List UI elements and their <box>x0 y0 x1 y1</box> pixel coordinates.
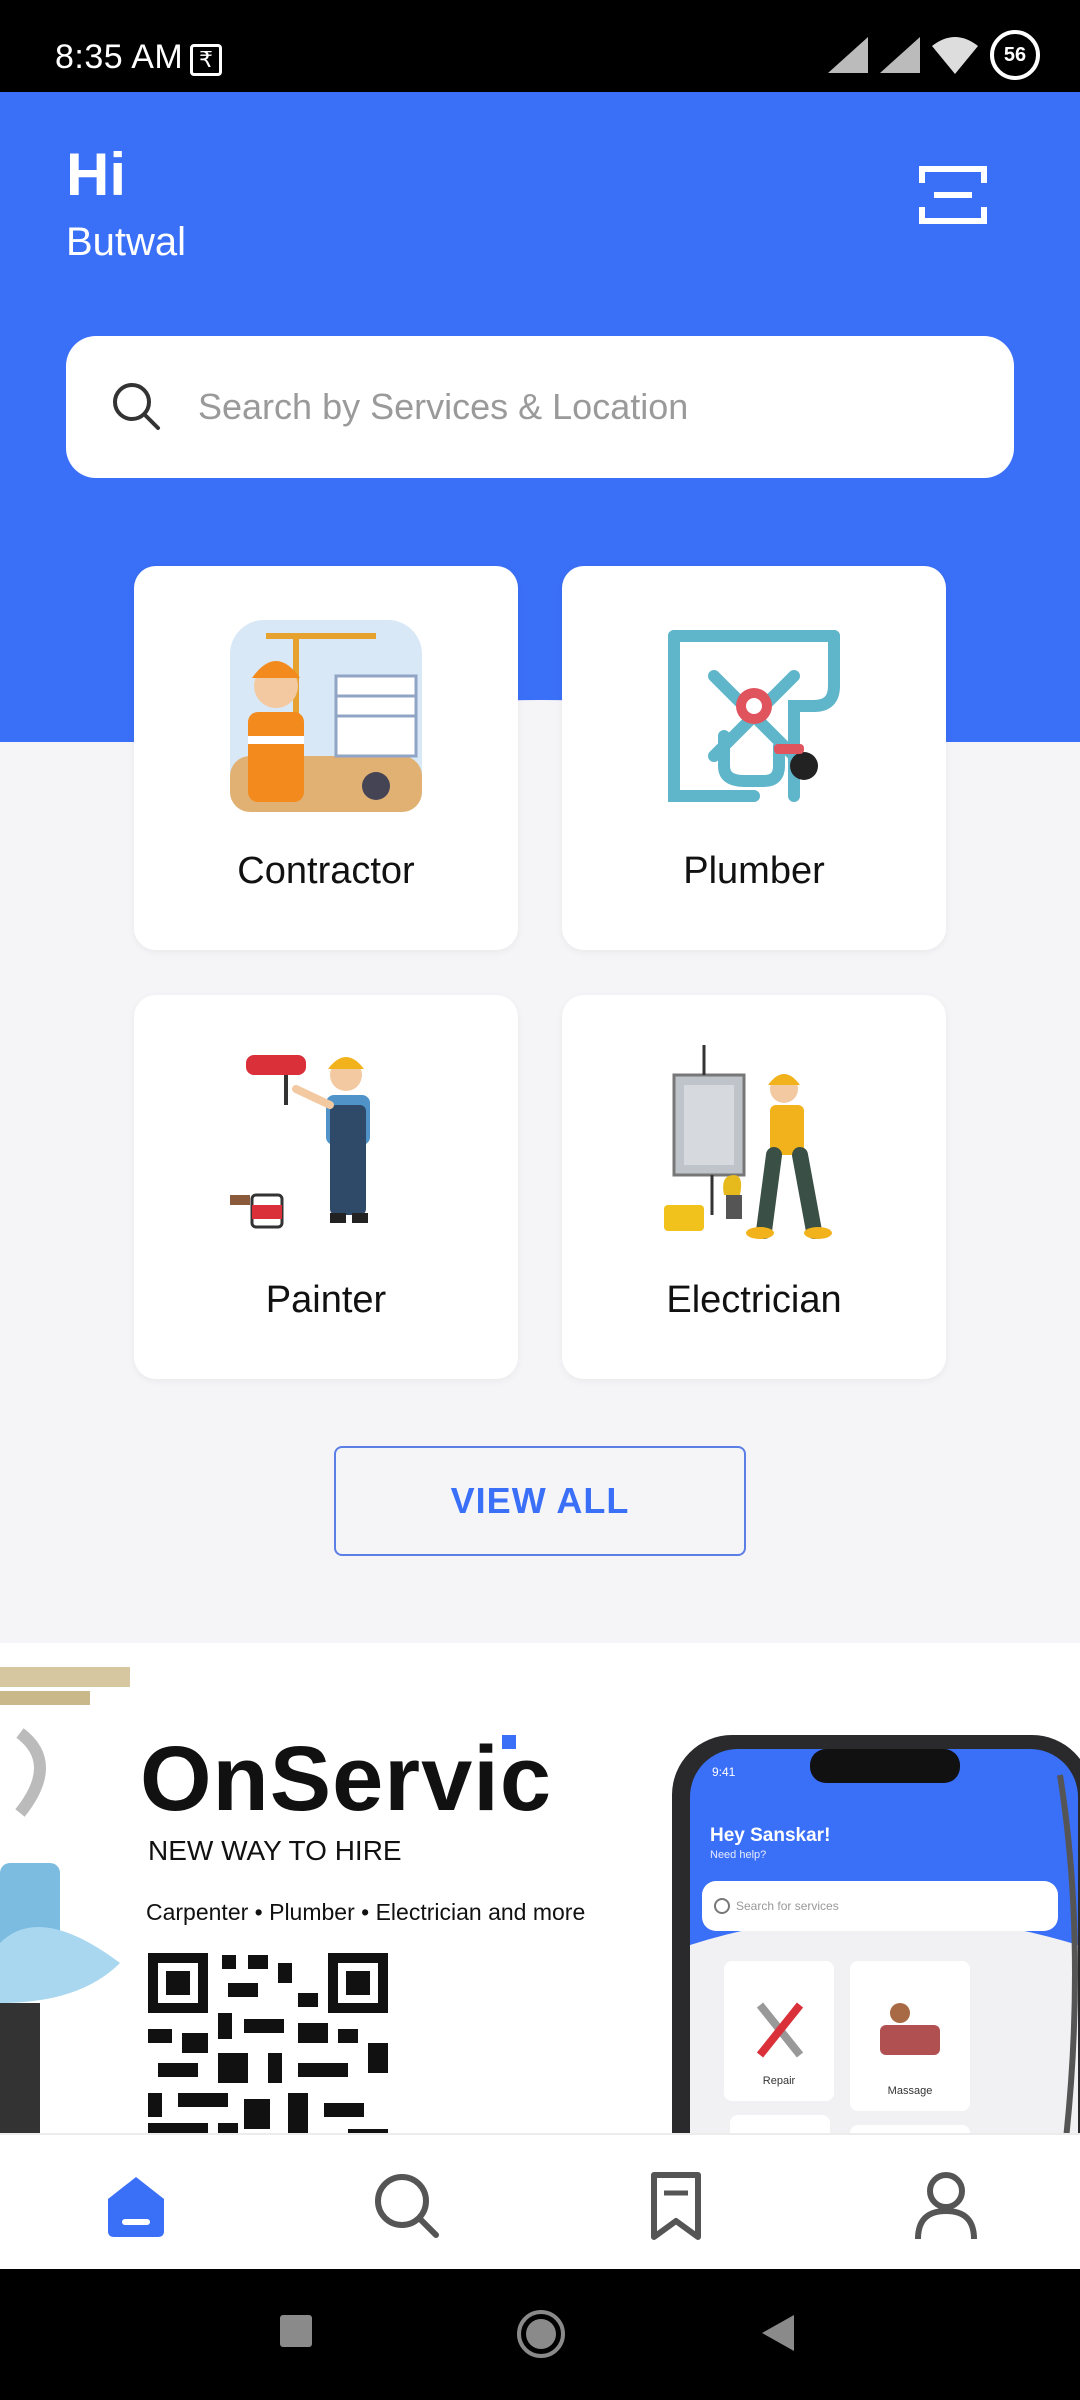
qr-code-icon <box>148 1953 388 2133</box>
category-label: Painter <box>265 1279 387 1321</box>
recents-button[interactable] <box>278 2313 314 2349</box>
home-button[interactable] <box>516 2309 566 2359</box>
category-card-contractor[interactable]: Contractor <box>134 566 518 950</box>
phone-tile-massage: Massage <box>887 2085 933 2097</box>
category-card-plumber[interactable]: Plumber <box>562 566 946 950</box>
rupee-notification-icon: ₹ <box>190 44 222 76</box>
phone-tile-repair: Repair <box>762 2075 796 2087</box>
wifi-icon <box>932 37 978 74</box>
status-icons: 56 <box>828 30 1040 80</box>
battery-indicator: 56 <box>990 30 1040 80</box>
painter-illustration <box>230 1055 370 1229</box>
bookmark-icon[interactable] <box>636 2165 716 2245</box>
system-navigation-bar <box>0 2269 1080 2400</box>
category-card-painter[interactable]: Painter <box>134 995 518 1379</box>
view-all-button[interactable]: VIEW ALL <box>334 1446 746 1556</box>
back-button[interactable] <box>760 2313 796 2353</box>
plumber-pipes-illustration <box>668 630 840 802</box>
greeting-title: Hi <box>66 141 126 208</box>
home-icon[interactable] <box>96 2165 176 2245</box>
phone-search-placeholder: Search for services <box>736 1899 839 1913</box>
search-icon[interactable] <box>366 2165 446 2245</box>
phone-greeting: Hey Sanskar! <box>710 1825 831 1846</box>
signal-icon <box>828 37 868 73</box>
phone-mockup: 9:41 Hey Sanskar! Need help? Search for … <box>660 1735 1080 2133</box>
banner-services: Carpenter • Plumber • Electrician and mo… <box>146 1899 586 1925</box>
brand-logo-text: OnServic <box>140 1728 552 1830</box>
search-placeholder: Search by Services & Location <box>198 386 689 427</box>
phone-time: 9:41 <box>712 1765 736 1779</box>
category-label: Electrician <box>666 1279 842 1321</box>
contractor-illustration <box>230 620 422 812</box>
status-time: 8:35 AM <box>55 38 184 76</box>
status-bar: 8:35 AM ₹ 56 <box>0 0 1080 92</box>
promo-banner[interactable]: OnServic NEW WAY TO HIRE Carpenter • Plu… <box>0 1643 1080 2133</box>
phone-subtext: Need help? <box>710 1849 767 1861</box>
location-label[interactable]: Butwal <box>66 220 186 265</box>
search-bar[interactable]: Search by Services & Location <box>66 336 1014 478</box>
bottom-navigation <box>0 2133 1080 2269</box>
category-label: Plumber <box>683 850 825 892</box>
app-screen: 8:35 AM ₹ 56 Hi Butwal Search by Service… <box>0 0 1080 2400</box>
signal-icon <box>880 37 920 73</box>
scan-icon[interactable] <box>918 165 988 225</box>
profile-icon[interactable] <box>906 2165 986 2245</box>
banner-tagline: NEW WAY TO HIRE <box>148 1835 402 1866</box>
search-icon <box>113 383 160 430</box>
electrician-illustration <box>664 1045 832 1239</box>
category-label: Contractor <box>237 850 415 892</box>
tools-decoration <box>0 1667 130 2133</box>
category-card-electrician[interactable]: Electrician <box>562 995 946 1379</box>
brand-logo-dot <box>502 1735 516 1749</box>
phone-frame <box>672 1735 1080 2133</box>
